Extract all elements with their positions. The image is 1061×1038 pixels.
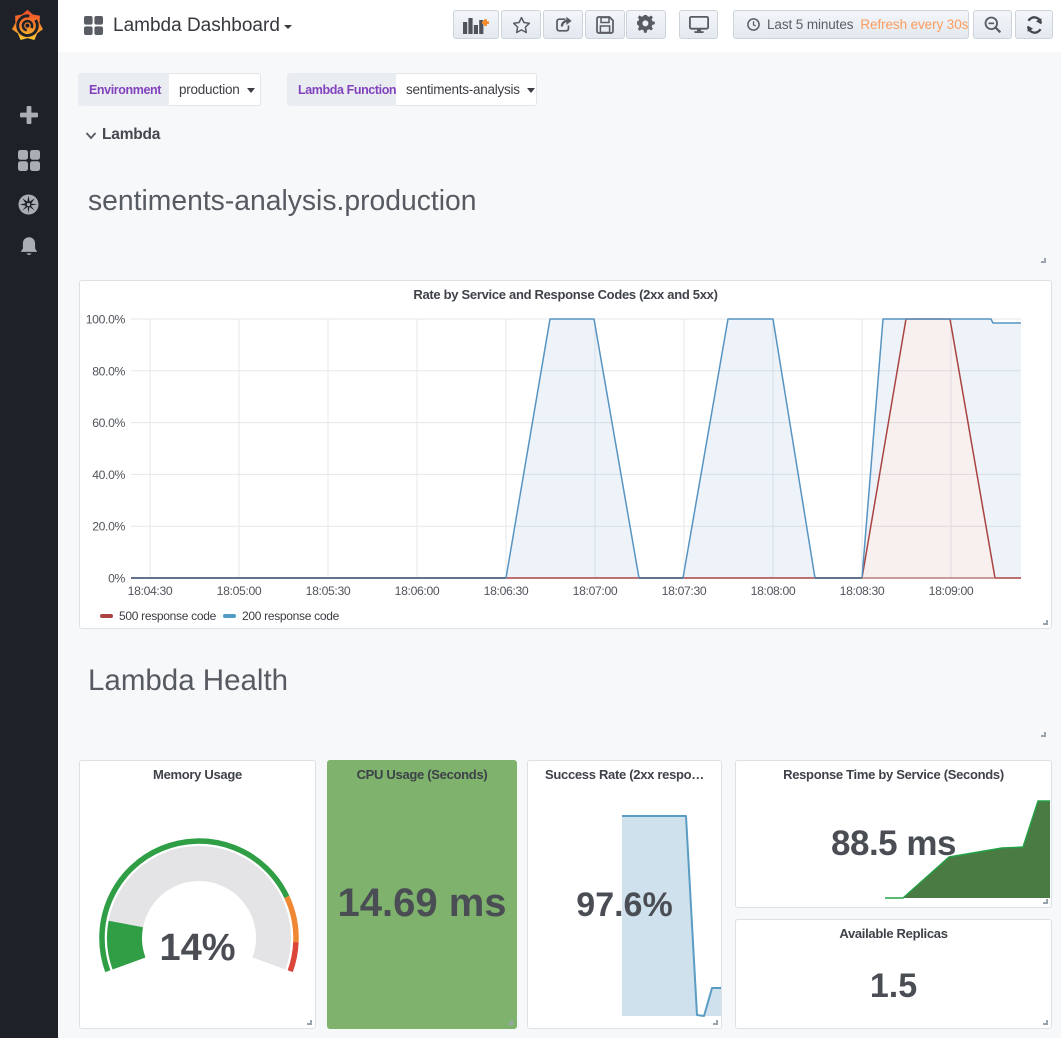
svg-text:60.0%: 60.0%	[92, 416, 125, 430]
svg-text:18:06:00: 18:06:00	[395, 584, 440, 598]
svg-text:18:07:00: 18:07:00	[573, 584, 618, 598]
svg-text:18:05:00: 18:05:00	[217, 584, 262, 598]
svg-text:18:07:30: 18:07:30	[662, 584, 707, 598]
svg-text:20.0%: 20.0%	[92, 520, 125, 534]
svg-text:80.0%: 80.0%	[92, 364, 125, 378]
svg-text:18:05:30: 18:05:30	[306, 584, 351, 598]
svg-text:18:06:30: 18:06:30	[484, 584, 529, 598]
svg-text:40.0%: 40.0%	[92, 468, 125, 482]
svg-text:18:08:00: 18:08:00	[751, 584, 796, 598]
svg-text:18:09:00: 18:09:00	[929, 584, 974, 598]
svg-text:100.0%: 100.0%	[86, 313, 126, 327]
svg-text:18:04:30: 18:04:30	[128, 584, 173, 598]
svg-text:0%: 0%	[108, 572, 125, 586]
svg-text:18:08:30: 18:08:30	[840, 584, 885, 598]
